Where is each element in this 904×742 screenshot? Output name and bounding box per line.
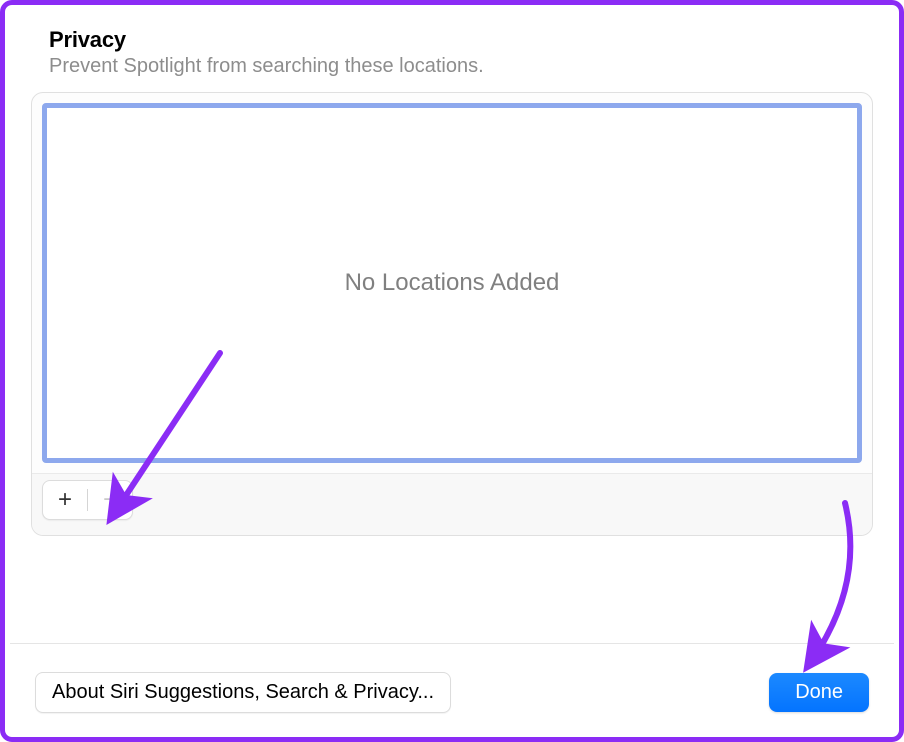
separator xyxy=(10,643,894,644)
minus-icon: − xyxy=(103,486,117,514)
add-location-button[interactable]: + xyxy=(43,481,87,519)
footer-row: About Siri Suggestions, Search & Privacy… xyxy=(35,672,869,713)
empty-locations-text: No Locations Added xyxy=(345,269,560,297)
plus-icon: + xyxy=(58,486,72,514)
locations-toolbar: + − xyxy=(32,473,872,535)
add-remove-group: + − xyxy=(42,480,133,520)
section-subtitle: Prevent Spotlight from searching these l… xyxy=(49,55,873,78)
section-title: Privacy xyxy=(49,27,873,53)
about-privacy-button[interactable]: About Siri Suggestions, Search & Privacy… xyxy=(35,672,451,713)
content-area: Privacy Prevent Spotlight from searching… xyxy=(5,5,899,536)
window-frame: Privacy Prevent Spotlight from searching… xyxy=(0,0,904,742)
remove-location-button: − xyxy=(88,481,132,519)
locations-list[interactable]: No Locations Added xyxy=(42,103,862,463)
done-button[interactable]: Done xyxy=(769,673,869,712)
locations-panel: No Locations Added + − xyxy=(31,92,873,536)
